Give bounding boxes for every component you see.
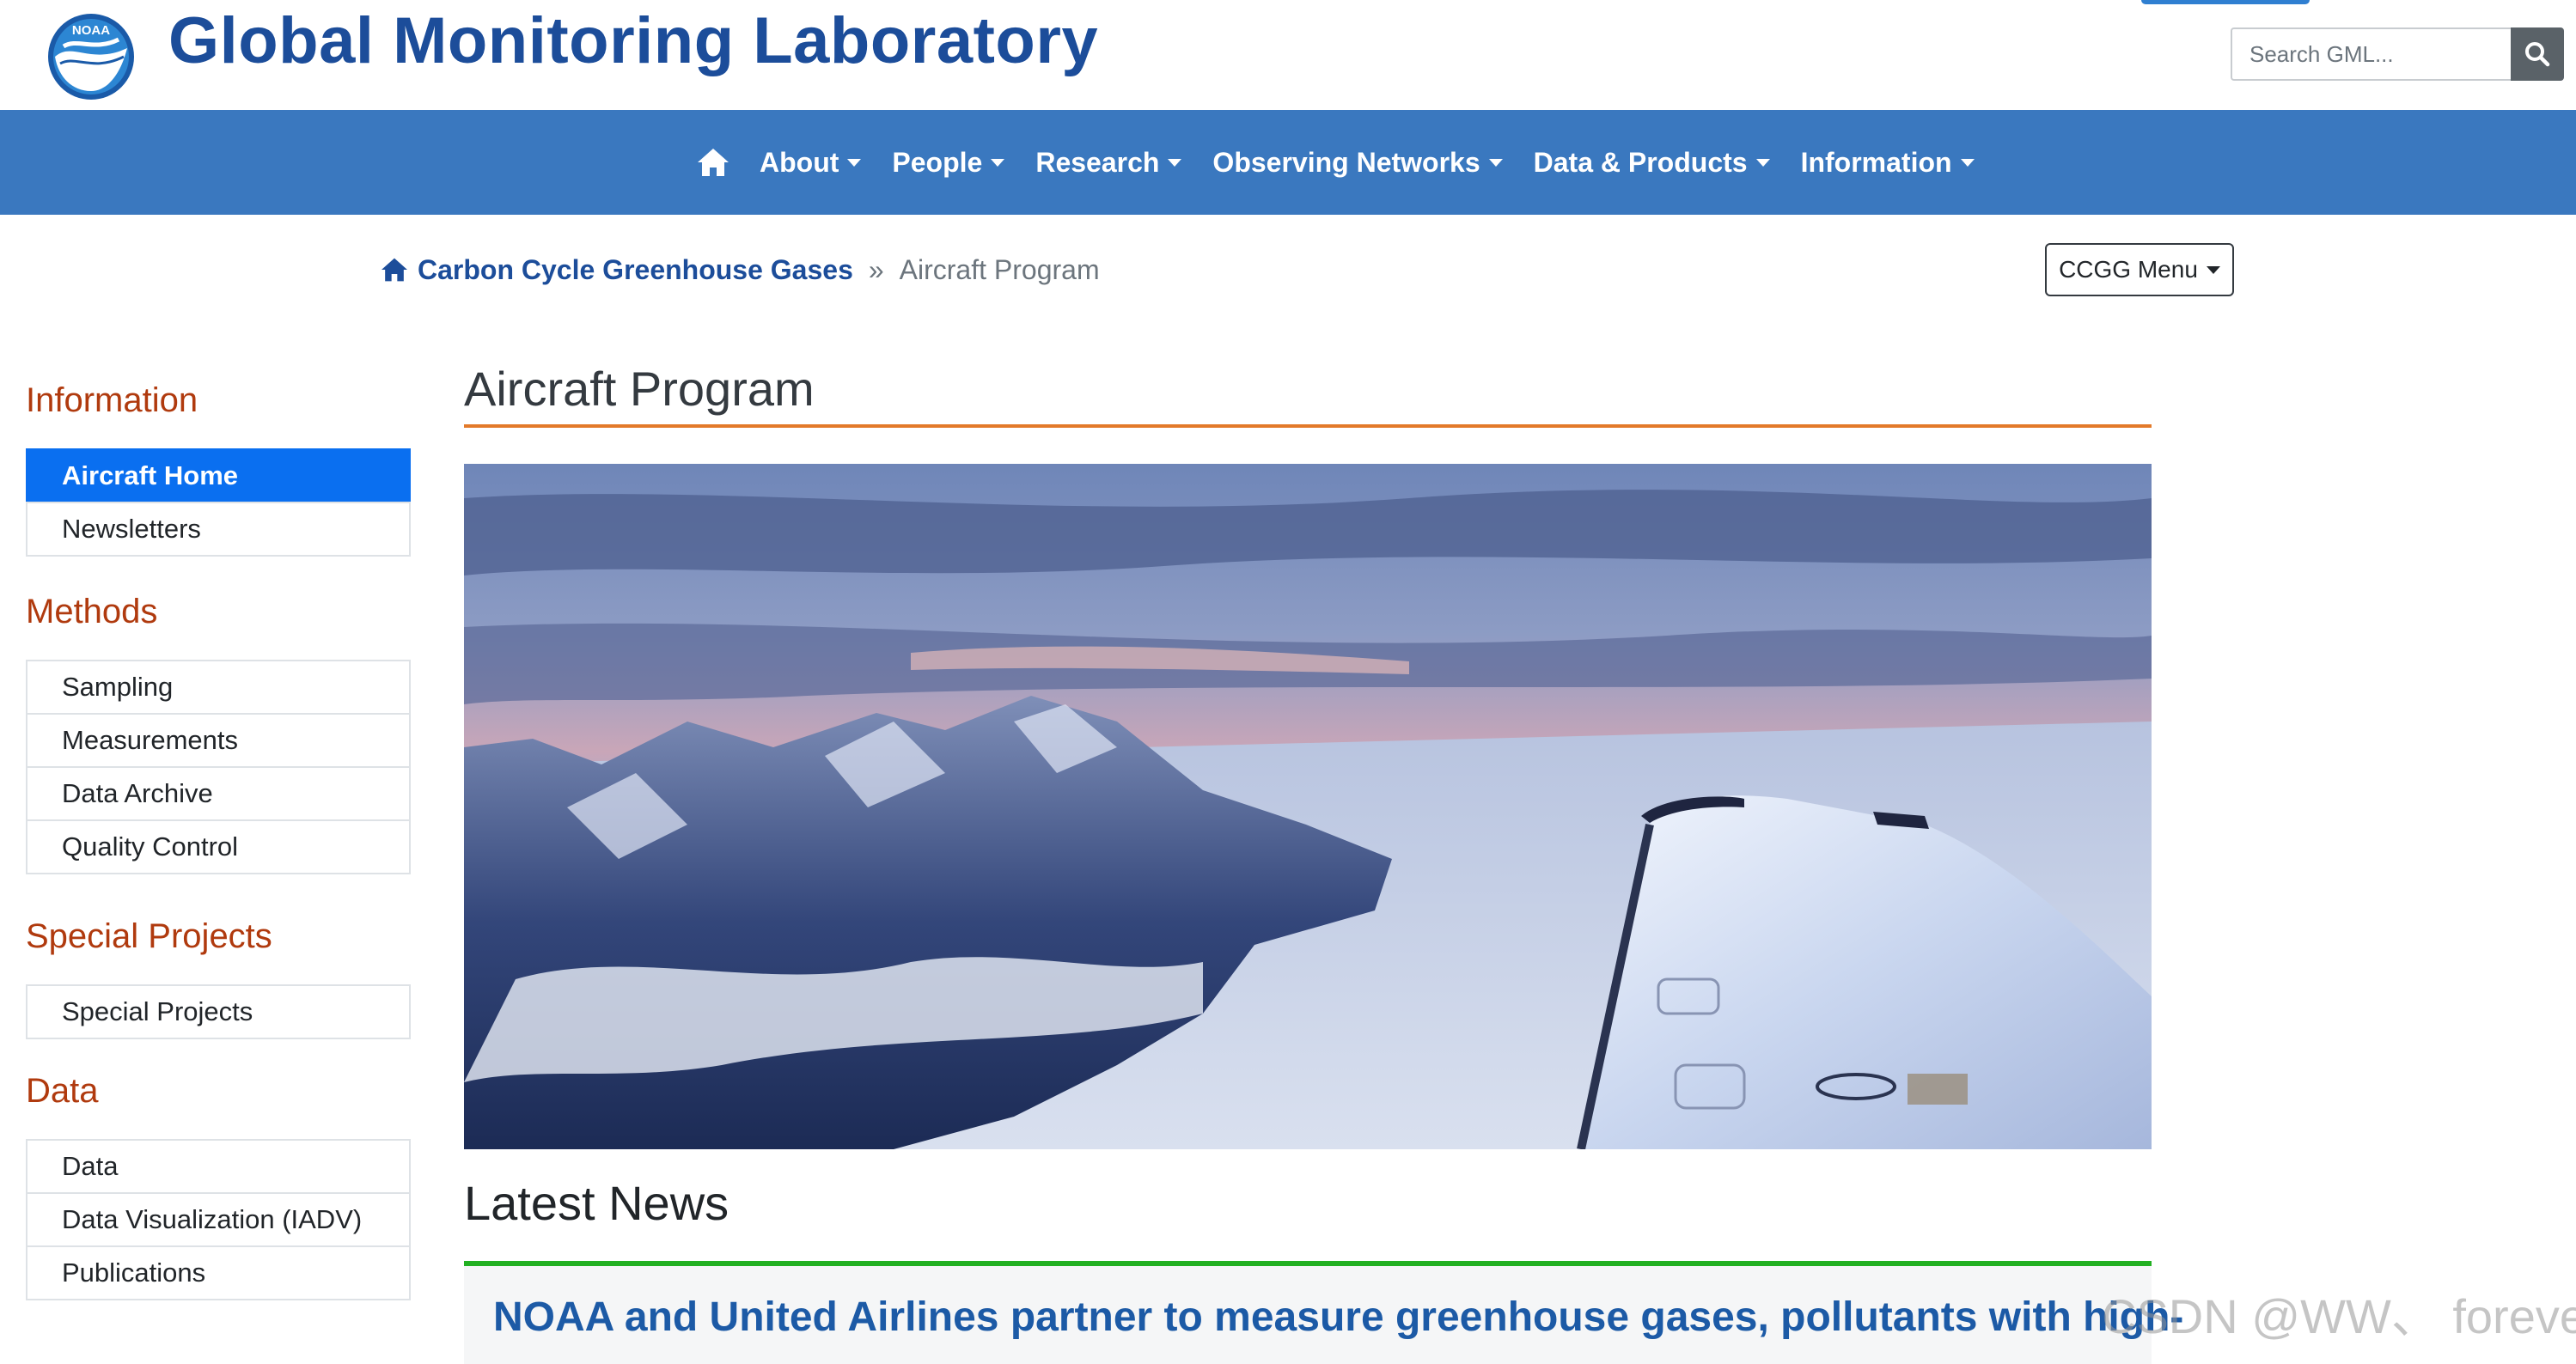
search-input[interactable] <box>2232 29 2512 79</box>
sidebar-group-methods: Sampling Measurements Data Archive Quali… <box>26 660 411 874</box>
ccgg-menu-button[interactable]: CCGG Menu <box>2045 243 2234 296</box>
caret-down-icon <box>2206 265 2220 274</box>
caret-down-icon <box>1755 158 1770 167</box>
nav-item-people[interactable]: People <box>892 146 1005 179</box>
sidebar-group-data: Data Data Visualization (IADV) Publicati… <box>26 1139 411 1300</box>
noaa-logo[interactable]: NOAA <box>46 12 136 101</box>
nav-item-label: Research <box>1035 146 1160 178</box>
nav-item-about[interactable]: About <box>760 146 862 179</box>
breadcrumb-current: Aircraft Program <box>899 253 1100 285</box>
sidebar-group-special-projects: Special Projects <box>26 984 411 1039</box>
sidebar-heading-data: Data <box>26 1072 99 1110</box>
site-title[interactable]: Global Monitoring Laboratory <box>168 3 1098 78</box>
home-icon <box>698 149 729 176</box>
main-navbar: About People Research Observing Networks… <box>0 110 2576 215</box>
noaa-logo-text: NOAA <box>72 23 110 38</box>
news-title-link[interactable]: NOAA and United Airlines partner to meas… <box>493 1294 2183 1341</box>
caret-down-icon <box>1168 158 1182 167</box>
sidebar-heading-methods: Methods <box>26 593 158 630</box>
nav-items: About People Research Observing Networks… <box>696 110 2005 215</box>
site-header: NOAA Global Monitoring Laboratory <box>0 0 2576 110</box>
sidebar-item-data-visualization[interactable]: Data Visualization (IADV) <box>26 1192 411 1247</box>
search-field[interactable] <box>2231 27 2512 81</box>
nav-item-observing-networks[interactable]: Observing Networks <box>1212 146 1503 179</box>
nav-item-label: Observing Networks <box>1212 146 1480 178</box>
sidebar-item-sampling[interactable]: Sampling <box>26 660 411 715</box>
breadcrumb-link-ccgg[interactable]: Carbon Cycle Greenhouse Gases <box>418 254 853 286</box>
sidebar-item-quality-control[interactable]: Quality Control <box>26 819 411 874</box>
page-title: Aircraft Program <box>464 362 815 416</box>
breadcrumb-separator: » <box>868 253 884 285</box>
news-card: NOAA and United Airlines partner to meas… <box>464 1261 2183 1364</box>
search-button[interactable] <box>2511 27 2564 81</box>
nav-home-link[interactable] <box>696 145 730 180</box>
nav-item-research[interactable]: Research <box>1035 146 1182 179</box>
nav-item-label: Information <box>1800 146 1952 178</box>
caret-down-icon <box>847 158 862 167</box>
title-divider <box>464 424 2152 428</box>
sidebar-heading-special-projects: Special Projects <box>26 917 272 955</box>
sidebar-item-special-projects[interactable]: Special Projects <box>26 984 411 1039</box>
nav-item-information[interactable]: Information <box>1801 147 1975 179</box>
sidebar-heading-information: Information <box>26 381 198 419</box>
nav-item-data-products[interactable]: Data & Products <box>1534 147 1770 179</box>
sidebar-item-aircraft-home[interactable]: Aircraft Home <box>26 448 411 503</box>
nav-item-label: Data & Products <box>1533 146 1748 178</box>
nav-item-label: About <box>760 146 839 178</box>
latest-news-heading: Latest News <box>464 1176 729 1230</box>
sidebar-item-data[interactable]: Data <box>26 1139 411 1194</box>
sidebar-item-data-archive[interactable]: Data Archive <box>26 766 411 821</box>
search-icon <box>2525 42 2550 67</box>
caret-down-icon <box>1960 158 1975 167</box>
caret-down-icon <box>991 158 1005 167</box>
breadcrumb-home-icon[interactable] <box>380 255 409 284</box>
top-accent-bar <box>2141 0 2310 4</box>
sidebar-item-newsletters[interactable]: Newsletters <box>26 502 411 557</box>
watermark: CSDN @WW、 forever <box>2102 1289 2576 1343</box>
sidebar-group-information: Aircraft Home Newsletters <box>26 448 411 557</box>
breadcrumb: Carbon Cycle Greenhouse Gases » Aircraft… <box>380 251 1100 289</box>
sidebar-item-measurements[interactable]: Measurements <box>26 713 411 768</box>
ccgg-menu-label: CCGG Menu <box>2059 256 2198 283</box>
nav-item-label: People <box>892 146 983 178</box>
hero-image-aerial-mountains-wing <box>464 464 2152 1149</box>
sidebar-item-publications[interactable]: Publications <box>26 1245 411 1300</box>
caret-down-icon <box>1488 158 1503 167</box>
